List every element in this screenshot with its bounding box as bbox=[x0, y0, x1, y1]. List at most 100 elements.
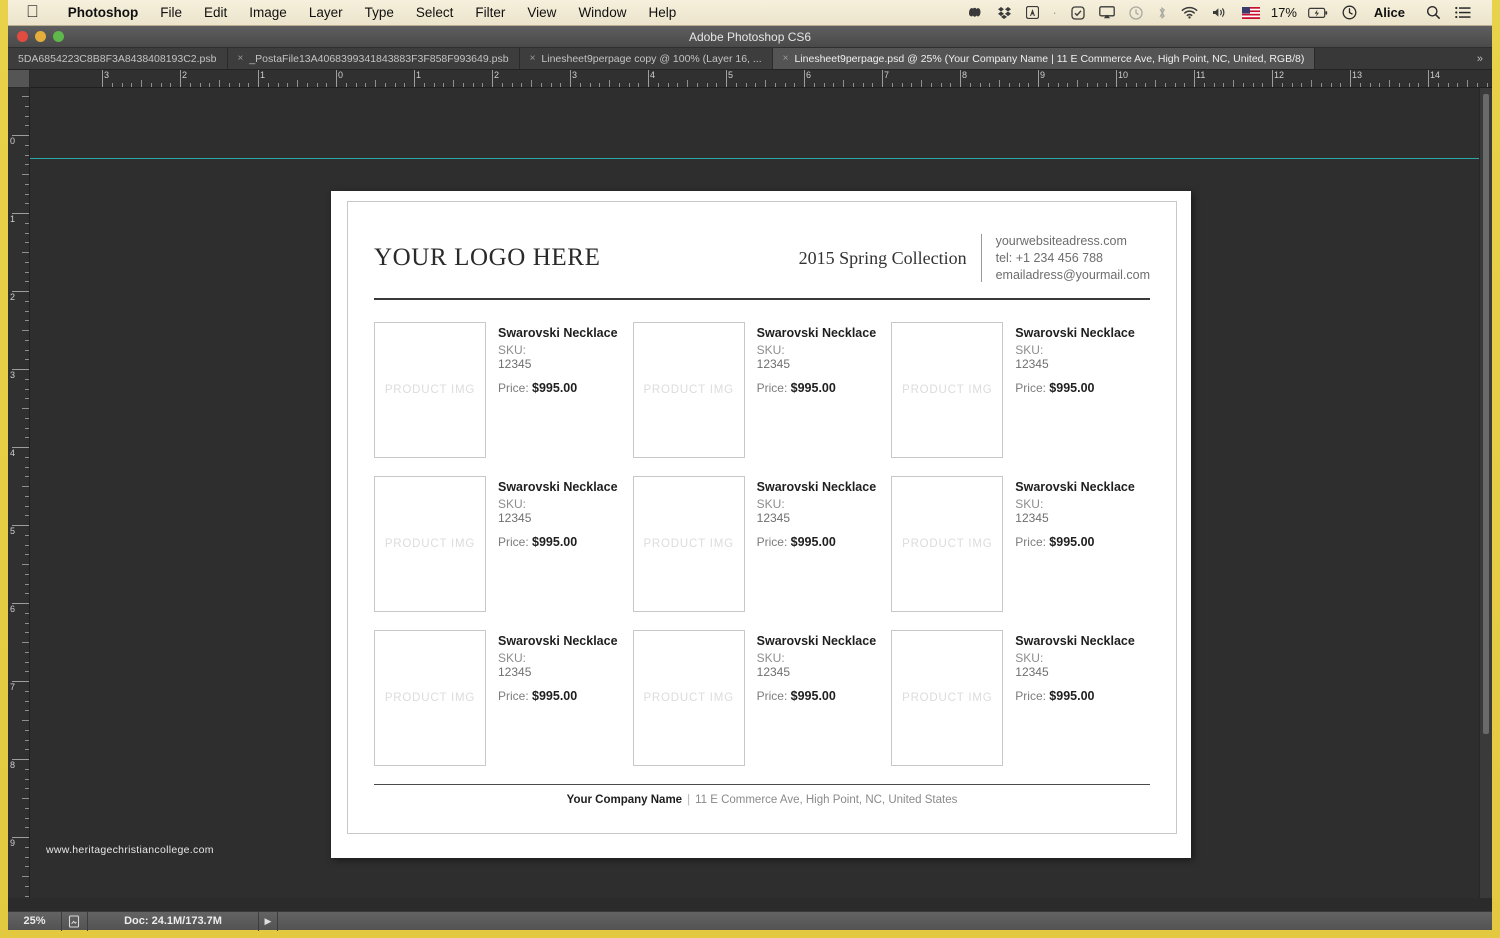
menu-view[interactable]: View bbox=[516, 0, 567, 26]
ruler-tick-minor bbox=[297, 80, 298, 87]
document-tab-4-active[interactable]: × Linesheet9perpage.psd @ 25% (Your Comp… bbox=[772, 48, 1316, 69]
product-image-placeholder[interactable]: PRODUCT IMG bbox=[891, 476, 1004, 612]
bluetooth-icon[interactable] bbox=[1157, 6, 1167, 20]
product-info: Swarovski Necklace SKU: 12345 Price: $995.0… bbox=[486, 322, 618, 458]
menu-layer[interactable]: Layer bbox=[298, 0, 354, 26]
product-cell[interactable]: PRODUCT IMG Swarovski Necklace SKU: 12345 Pr… bbox=[632, 476, 892, 612]
product-cell[interactable]: PRODUCT IMG Swarovski Necklace SKU: 12345 Pr… bbox=[632, 630, 892, 766]
ruler-tick-minor bbox=[1467, 80, 1468, 87]
tab-overflow-button[interactable]: » bbox=[1467, 48, 1492, 69]
adobe-icon[interactable] bbox=[1025, 6, 1039, 19]
ruler-tick-minor bbox=[384, 83, 386, 87]
menu-help[interactable]: Help bbox=[637, 0, 687, 26]
us-flag-icon[interactable] bbox=[1241, 6, 1260, 19]
product-sku-value: 12345 bbox=[1015, 357, 1049, 371]
status-expand-arrow[interactable]: ▶ bbox=[258, 911, 278, 931]
product-sku-value: 12345 bbox=[756, 665, 791, 679]
ruler-tick-minor bbox=[472, 83, 474, 87]
menu-window[interactable]: Window bbox=[567, 0, 637, 26]
apple-logo-icon[interactable]:  bbox=[26, 3, 39, 20]
product-image-placeholder[interactable]: PRODUCT IMG bbox=[891, 322, 1004, 458]
close-icon[interactable]: × bbox=[238, 53, 244, 64]
product-cell[interactable]: PRODUCT IMG Swarovski Necklace SKU: 12345 Pr… bbox=[632, 322, 892, 458]
ruler-tick-minor bbox=[911, 83, 913, 87]
ruler-label: 7 bbox=[884, 70, 890, 80]
ruler-tick-minor bbox=[843, 80, 844, 87]
canvas-area[interactable]: YOUR LOGO HERE 2015 Spring Collection yo… bbox=[30, 88, 1492, 898]
product-image-placeholder[interactable]: PRODUCT IMG bbox=[374, 322, 486, 458]
notification-list-icon[interactable] bbox=[1455, 6, 1471, 19]
horizontal-ruler[interactable]: 3 2 1 0 1 2 3 4 5 6 7 8 9 10 11 12 13 14 bbox=[30, 70, 1492, 88]
product-image-placeholder[interactable]: PRODUCT IMG bbox=[891, 630, 1004, 766]
wifi-icon[interactable] bbox=[1181, 6, 1198, 19]
close-window-button[interactable] bbox=[17, 31, 28, 42]
ruler-tick-minor bbox=[1252, 83, 1254, 87]
minimize-window-button[interactable] bbox=[35, 31, 46, 42]
zoom-level-field[interactable]: 25% bbox=[8, 911, 62, 931]
product-image-placeholder[interactable]: PRODUCT IMG bbox=[374, 476, 486, 612]
airplay-icon[interactable] bbox=[1099, 6, 1115, 19]
evernote-icon[interactable] bbox=[968, 6, 983, 19]
product-cell[interactable]: PRODUCT IMG Swarovski Necklace SKU: 12345 Pr… bbox=[891, 630, 1150, 766]
product-image-placeholder[interactable]: PRODUCT IMG bbox=[632, 630, 745, 766]
ruler-tick-minor bbox=[25, 710, 29, 712]
ruler-tick-minor bbox=[170, 83, 172, 87]
volume-icon[interactable] bbox=[1212, 6, 1228, 19]
battery-charging-icon[interactable] bbox=[1308, 7, 1328, 19]
search-icon[interactable] bbox=[1426, 5, 1441, 20]
product-cell[interactable]: PRODUCT IMG Swarovski Necklace SKU: 12345 Pr… bbox=[374, 630, 633, 766]
document-tab-1[interactable]: 5DA6854223C8B8F3A8438408193C2.psb bbox=[8, 48, 228, 69]
menu-filter[interactable]: Filter bbox=[464, 0, 516, 26]
ruler-tick-minor bbox=[25, 583, 29, 585]
product-info: Swarovski Necklace SKU: 12345 Price: $995.0… bbox=[486, 630, 618, 766]
product-image-placeholder[interactable]: PRODUCT IMG bbox=[374, 630, 486, 766]
ruler-tick-minor bbox=[579, 83, 581, 87]
checkbox-circle-icon[interactable] bbox=[1071, 5, 1085, 20]
product-cell[interactable]: PRODUCT IMG Swarovski Necklace SKU: 12345 Pr… bbox=[891, 322, 1150, 458]
ruler-corner[interactable] bbox=[8, 70, 30, 88]
menu-select[interactable]: Select bbox=[405, 0, 465, 26]
product-image-placeholder[interactable]: PRODUCT IMG bbox=[632, 322, 745, 458]
product-cell[interactable]: PRODUCT IMG Swarovski Necklace SKU: 12345 Pr… bbox=[374, 476, 633, 612]
product-image-placeholder[interactable]: PRODUCT IMG bbox=[632, 476, 745, 612]
ruler-tick-minor bbox=[22, 720, 29, 721]
ruler-tick-minor bbox=[131, 83, 133, 87]
menu-file[interactable]: File bbox=[149, 0, 193, 26]
menu-edit[interactable]: Edit bbox=[193, 0, 238, 26]
product-title: Swarovski Necklace bbox=[498, 326, 618, 340]
close-icon[interactable]: × bbox=[783, 53, 789, 64]
ruler-tick-minor bbox=[326, 83, 328, 87]
menu-photoshop[interactable]: Photoshop bbox=[57, 0, 150, 26]
dropbox-icon[interactable] bbox=[997, 6, 1012, 19]
product-cell[interactable]: PRODUCT IMG Swarovski Necklace SKU: 12345 Pr… bbox=[374, 322, 633, 458]
product-sku-value: 12345 bbox=[498, 511, 532, 525]
outer-frame:  Photoshop File Edit Image Layer Type S… bbox=[0, 0, 1500, 938]
timemachine-icon[interactable] bbox=[1129, 5, 1143, 20]
ruler-label: 7 bbox=[10, 682, 16, 692]
close-icon[interactable]: × bbox=[530, 53, 536, 64]
document-page[interactable]: YOUR LOGO HERE 2015 Spring Collection yo… bbox=[331, 191, 1191, 858]
ruler-tick-minor bbox=[25, 193, 29, 195]
vertical-ruler[interactable]: 10123456789 bbox=[8, 88, 30, 898]
zoom-window-button[interactable] bbox=[53, 31, 64, 42]
document-tab-2[interactable]: × _PostaFile13A4068399341843883F3F858F99… bbox=[227, 48, 520, 69]
horizontal-guide[interactable] bbox=[30, 158, 1492, 159]
ruler-tick-minor bbox=[25, 554, 29, 556]
product-title: Swarovski Necklace bbox=[1015, 326, 1135, 340]
vertical-scrollbar[interactable] bbox=[1479, 88, 1492, 898]
ruler-tick-minor bbox=[25, 183, 29, 185]
vertical-scrollbar-thumb[interactable] bbox=[1483, 94, 1489, 734]
product-cell[interactable]: PRODUCT IMG Swarovski Necklace SKU: 12345 Pr… bbox=[891, 476, 1150, 612]
menu-type[interactable]: Type bbox=[354, 0, 405, 26]
ruler-tick-minor bbox=[111, 83, 113, 87]
document-tab-3[interactable]: × Linesheet9perpage copy @ 100% (Layer 1… bbox=[519, 48, 773, 69]
ruler-tick-minor bbox=[521, 83, 523, 87]
ruler-tick-minor bbox=[1223, 83, 1225, 87]
page-preview-icon[interactable] bbox=[62, 911, 88, 931]
ruler-tick-minor bbox=[25, 300, 29, 302]
ruler-tick-minor bbox=[950, 83, 952, 87]
clock-icon[interactable] bbox=[1342, 5, 1357, 20]
ruler-tick-minor bbox=[209, 83, 211, 87]
menu-image[interactable]: Image bbox=[238, 0, 298, 26]
user-menu-label[interactable]: Alice bbox=[1374, 5, 1405, 20]
